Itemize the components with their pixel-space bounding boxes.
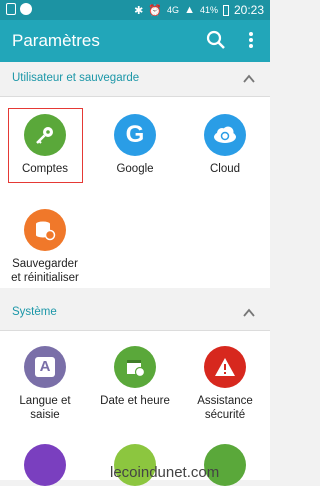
tile-label: Google [116, 163, 154, 175]
tile-langue[interactable]: A Langue et saisie [7, 346, 83, 422]
signal-icon: ▲ [184, 4, 195, 16]
app-notification-icon [20, 3, 32, 15]
chevron-up-icon [243, 308, 255, 317]
tile-sauvegarder[interactable]: Sauvegarder et réinitialiser [7, 209, 83, 285]
tile-date[interactable]: Date et heure [97, 346, 173, 408]
status-bar: ✱ ⏰ 4G ▲ 41% 20:23 [0, 0, 270, 20]
backup-database-icon [24, 209, 66, 251]
clock: 20:23 [233, 3, 264, 17]
search-icon [206, 30, 225, 49]
tile-label: Assistance sécurité [197, 395, 253, 421]
battery-percent: 41% [199, 5, 218, 15]
watermark: lecoindunet.com [110, 464, 220, 481]
google-icon: G [114, 114, 156, 156]
more-vert-icon [249, 32, 253, 48]
page-title: Paramètres [12, 31, 100, 50]
battery-icon [222, 4, 229, 16]
app-bar: Paramètres [0, 20, 270, 62]
sim-icon [6, 3, 16, 15]
section-title: Système [12, 306, 57, 318]
more-options-button[interactable] [243, 29, 259, 51]
warning-icon [204, 346, 246, 388]
tile-label: Sauvegarder et réinitialiser [11, 258, 79, 284]
bluetooth-icon: ✱ [134, 4, 144, 17]
tile-label: Date et heure [100, 395, 170, 407]
section-title: Utilisateur et sauvegarde [12, 72, 140, 84]
section-header-user-backup[interactable]: Utilisateur et sauvegarde [0, 62, 270, 96]
selection-highlight [8, 108, 83, 183]
alarm-icon: ⏰ [148, 4, 163, 17]
language-a-icon: A [24, 346, 66, 388]
chevron-up-icon [243, 74, 255, 83]
tile-cloud[interactable]: Cloud [187, 114, 263, 176]
section-header-system[interactable]: Système [0, 296, 270, 330]
search-button[interactable] [205, 29, 227, 51]
tile-label: Langue et saisie [19, 395, 71, 421]
tile-label: Cloud [209, 163, 241, 175]
calendar-clock-icon [114, 346, 156, 388]
network-type: 4G [167, 5, 180, 15]
tile-google[interactable]: G Google [97, 114, 173, 176]
tile-assistance[interactable]: Assistance sécurité [187, 346, 263, 422]
cloud-sync-icon [204, 114, 246, 156]
